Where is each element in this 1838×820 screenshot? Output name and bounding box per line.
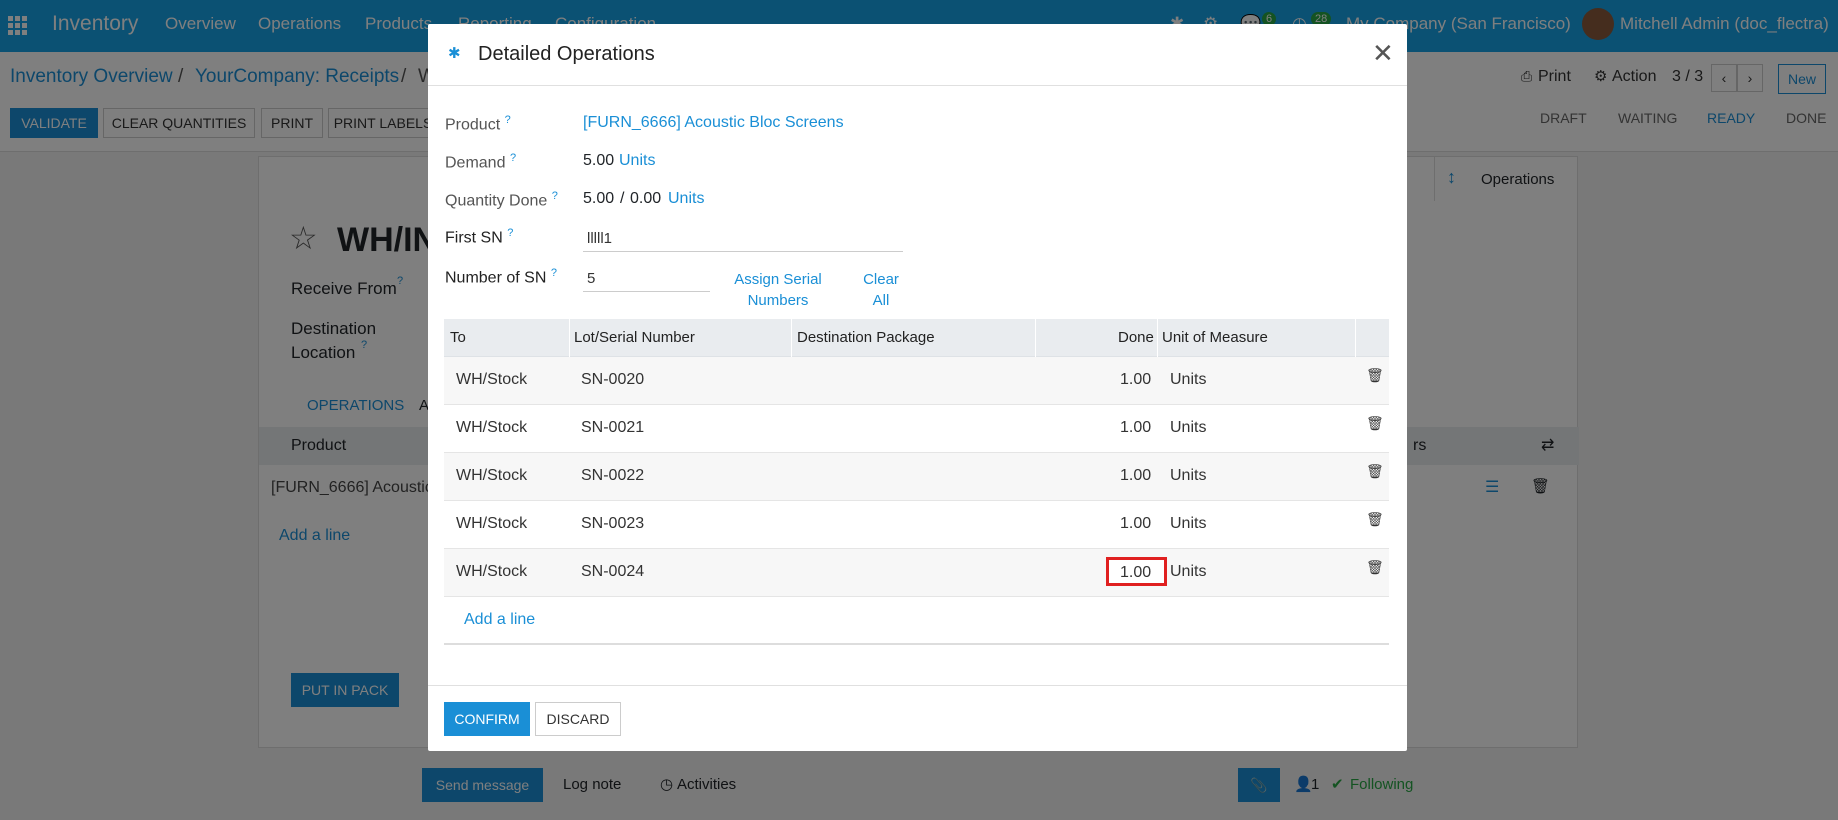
- product-value[interactable]: [FURN_6666] Acoustic Bloc Screens: [583, 114, 844, 132]
- bug-icon: ✱: [448, 45, 461, 62]
- trash-icon[interactable]: 🗑: [1366, 415, 1384, 432]
- to-cell[interactable]: WH/Stock: [456, 419, 527, 437]
- done-cell[interactable]: 1.00: [1120, 419, 1151, 437]
- table-row[interactable]: WH/Stock SN-0023 1.00 Units 🗑: [444, 501, 1389, 549]
- done-cell: 1.00: [1120, 564, 1152, 581]
- to-cell[interactable]: WH/Stock: [456, 467, 527, 485]
- column-lot-serial[interactable]: Lot/Serial Number: [574, 329, 695, 346]
- demand-uom[interactable]: Units: [619, 152, 655, 170]
- detailed-operations-dialog: ✱ Detailed Operations ✕ Product ? [FURN_…: [428, 24, 1407, 751]
- clear-all-label-2: All: [872, 292, 890, 309]
- demand-label: Demand ?: [445, 152, 517, 172]
- dialog-title: Detailed Operations: [478, 43, 655, 65]
- product-label: Product ?: [445, 114, 511, 134]
- close-icon[interactable]: ✕: [1372, 38, 1394, 69]
- to-cell[interactable]: WH/Stock: [456, 563, 527, 581]
- quantity-done-uom[interactable]: Units: [668, 190, 704, 208]
- uom-cell[interactable]: Units: [1170, 515, 1206, 533]
- confirm-button[interactable]: CONFIRM: [444, 702, 530, 736]
- column-done[interactable]: Done: [1118, 329, 1154, 346]
- column-to[interactable]: To: [450, 329, 466, 346]
- uom-cell[interactable]: Units: [1170, 563, 1206, 581]
- table-row[interactable]: WH/Stock SN-0024 1.00 Units 🗑: [444, 549, 1389, 597]
- quantity-done-value: 5.00: [583, 190, 615, 207]
- trash-icon[interactable]: 🗑: [1366, 463, 1384, 480]
- dialog-header: ✱ Detailed Operations ✕: [428, 24, 1407, 86]
- column-separator: [1035, 319, 1036, 357]
- demand-value: 5.00: [583, 152, 615, 169]
- done-cell[interactable]: 1.00: [1120, 467, 1151, 485]
- done-cell[interactable]: 1.00: [1120, 371, 1151, 389]
- column-separator: [569, 319, 570, 357]
- add-line-link[interactable]: Add a line: [464, 611, 535, 629]
- trash-icon[interactable]: 🗑: [1366, 559, 1384, 576]
- uom-cell[interactable]: Units: [1170, 371, 1206, 389]
- table-row[interactable]: WH/Stock SN-0020 1.00 Units 🗑: [444, 357, 1389, 405]
- add-line-row: Add a line: [444, 597, 1389, 645]
- trash-icon[interactable]: 🗑: [1366, 367, 1384, 384]
- lot-cell[interactable]: SN-0020: [581, 371, 644, 389]
- trash-icon[interactable]: 🗑: [1366, 511, 1384, 528]
- dialog-footer: CONFIRM DISCARD: [428, 685, 1407, 751]
- first-sn-value: lllll1: [587, 230, 613, 247]
- uom-cell[interactable]: Units: [1170, 419, 1206, 437]
- move-lines-table-header: To Lot/Serial Number Destination Package…: [444, 319, 1389, 357]
- clear-all-button[interactable]: Clear All: [846, 269, 916, 311]
- number-of-sn-label: Number of SN ?: [445, 267, 557, 287]
- table-row[interactable]: WH/Stock SN-0022 1.00 Units 🗑: [444, 453, 1389, 501]
- quantity-done-separator: /: [620, 190, 625, 207]
- assign-serial-label-1: Assign Serial: [734, 271, 822, 288]
- column-destination-package[interactable]: Destination Package: [797, 329, 935, 346]
- done-input-highlighted[interactable]: 1.00: [1106, 557, 1167, 586]
- table-row[interactable]: WH/Stock SN-0021 1.00 Units 🗑: [444, 405, 1389, 453]
- quantity-done-label: Quantity Done ?: [445, 190, 558, 210]
- number-of-sn-value: 5: [587, 270, 596, 287]
- clear-all-label-1: Clear: [863, 271, 899, 288]
- lot-cell[interactable]: SN-0023: [581, 515, 644, 533]
- uom-cell[interactable]: Units: [1170, 467, 1206, 485]
- number-of-sn-input[interactable]: 5: [583, 264, 710, 292]
- column-separator: [1355, 319, 1356, 357]
- assign-serial-numbers-button[interactable]: Assign Serial Numbers: [718, 269, 838, 311]
- lot-cell[interactable]: SN-0024: [581, 563, 644, 581]
- discard-button[interactable]: DISCARD: [535, 702, 621, 736]
- first-sn-label: First SN ?: [445, 227, 514, 247]
- to-cell[interactable]: WH/Stock: [456, 515, 527, 533]
- assign-serial-label-2: Numbers: [747, 292, 809, 309]
- to-cell[interactable]: WH/Stock: [456, 371, 527, 389]
- column-separator: [1157, 319, 1158, 357]
- lot-cell[interactable]: SN-0022: [581, 467, 644, 485]
- column-separator: [791, 319, 792, 357]
- done-cell[interactable]: 1.00: [1120, 515, 1151, 533]
- quantity-done-total: 0.00: [630, 190, 662, 207]
- column-unit-of-measure[interactable]: Unit of Measure: [1162, 329, 1268, 346]
- first-sn-input[interactable]: lllll1: [583, 224, 903, 252]
- lot-cell[interactable]: SN-0021: [581, 419, 644, 437]
